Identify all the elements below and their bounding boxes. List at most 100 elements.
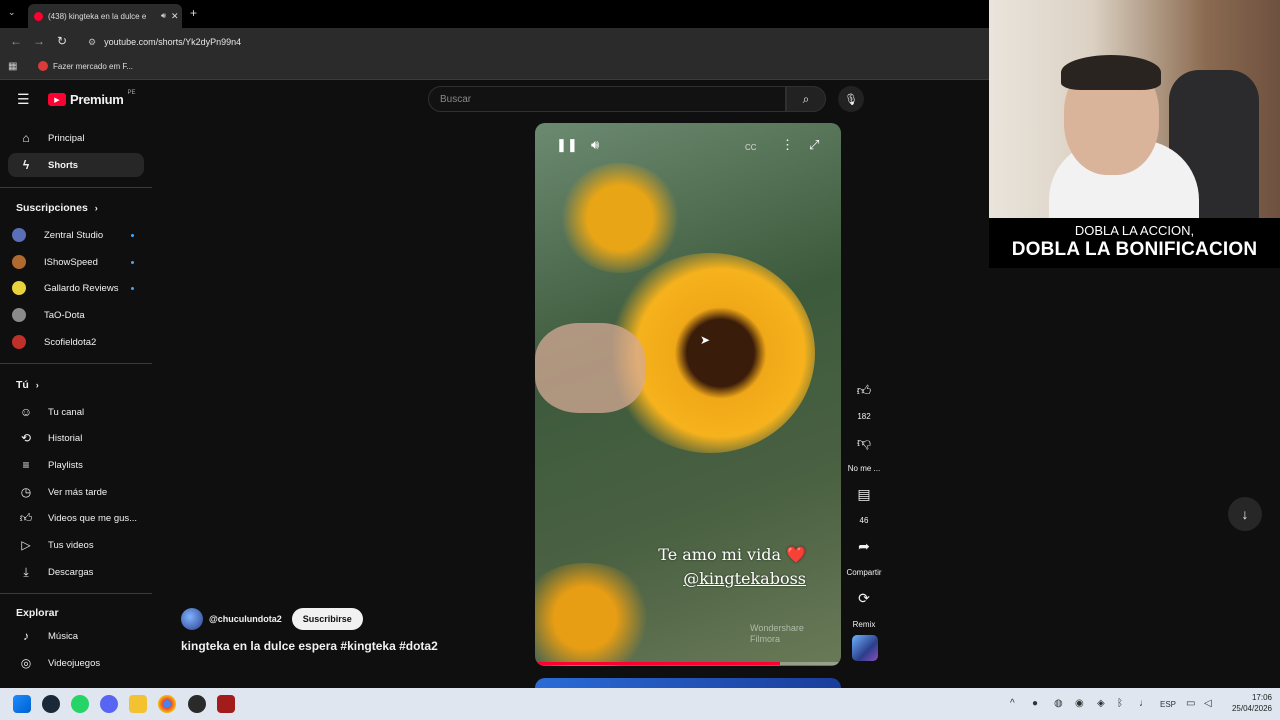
sidebar-item-videojuegos[interactable]: ◎ Videojuegos bbox=[8, 651, 144, 675]
sidebar-item-musica[interactable]: ♪ Música bbox=[8, 624, 144, 648]
tray-wifi-icon[interactable]: ◈ bbox=[1097, 698, 1105, 709]
sidebar-item-label: TaO-Dota bbox=[44, 309, 85, 321]
fullscreen-icon[interactable]: ⤢ bbox=[809, 137, 819, 153]
pause-icon[interactable]: ❚❚ bbox=[556, 137, 578, 153]
bookmark-label: Fazer mercado em F... bbox=[53, 61, 134, 71]
remix-icon: ⟳ bbox=[858, 589, 870, 606]
comment-icon: ▤ bbox=[857, 485, 871, 502]
file-explorer-icon[interactable] bbox=[129, 695, 147, 713]
new-content-dot bbox=[131, 286, 134, 290]
new-tab-icon[interactable]: + bbox=[190, 6, 197, 20]
sidebar-item-tus-videos[interactable]: ▷ Tus videos bbox=[8, 533, 144, 557]
sidebar-item-ishowspeed[interactable]: IShowSpeed bbox=[8, 250, 144, 274]
bluetooth-icon[interactable]: ᛒ bbox=[1117, 698, 1123, 709]
steam-icon[interactable] bbox=[42, 695, 60, 713]
sidebar-item-gallardo-reviews[interactable]: Gallardo Reviews bbox=[8, 276, 144, 300]
caption-line-2: @kingtekaboss bbox=[683, 569, 806, 588]
search-button[interactable]: ⌕ bbox=[786, 86, 826, 112]
browser-toolbar: ← → ↻ ⚙︎ youtube.com/shorts/Yk2dyPn99n4 bbox=[0, 28, 990, 56]
sidebar-item-label: Shorts bbox=[48, 159, 79, 171]
captions-icon[interactable]: CC bbox=[745, 143, 757, 152]
chrome-icon[interactable] bbox=[158, 695, 176, 713]
sidebar-item-principal[interactable]: ⌂ Principal bbox=[8, 126, 144, 150]
subscribe-button[interactable]: Suscribirse bbox=[291, 608, 363, 630]
sidebar-item-label: Principal bbox=[48, 132, 85, 144]
youtube-page: ☰ ▶ Premium PE Buscar ⌕ 🎙︎ ⌂ Principal ϟS… bbox=[0, 80, 1262, 690]
site-info-icon[interactable]: ⚙︎ bbox=[88, 37, 96, 48]
sidebar-item-ver-mas-tarde[interactable]: ◷ Ver más tarde bbox=[8, 480, 144, 504]
obs-icon[interactable] bbox=[188, 695, 206, 713]
forward-icon[interactable]: → bbox=[33, 34, 45, 48]
sidebar-item-scofieldota2[interactable]: Scofieldota2 bbox=[8, 330, 144, 354]
network-icon[interactable]: ▭ bbox=[1186, 698, 1195, 709]
thumbs-up-icon: 👍︎ bbox=[856, 381, 872, 398]
video-progress-bar[interactable] bbox=[535, 662, 841, 665]
sound-thumbnail[interactable] bbox=[852, 635, 878, 661]
sidebar-item-shorts[interactable]: ϟ Shorts bbox=[8, 153, 144, 177]
browser-tab[interactable]: (438) kingteka en la dulce e 🔊︎ ✕ bbox=[28, 4, 182, 28]
sidebar-item-zentral-studio[interactable]: Zentral Studio bbox=[8, 223, 144, 247]
sidebar-item-label: Ver más tarde bbox=[48, 486, 108, 498]
sidebar-item-label: Descargas bbox=[48, 566, 94, 578]
sidebar-item-label: Gallardo Reviews bbox=[44, 282, 119, 294]
avatar bbox=[12, 308, 26, 322]
clock[interactable]: 17:06 25/04/2026 bbox=[1232, 692, 1272, 714]
mic-icon: 🎙︎ bbox=[844, 93, 858, 106]
dislike-button[interactable]: 👎︎ No me ... bbox=[846, 425, 882, 474]
reload-icon[interactable]: ↻ bbox=[57, 34, 67, 48]
gaming-icon: ◎ bbox=[20, 656, 32, 670]
sidebar-item-videos-que-me-gustan[interactable]: 👍︎ Videos que me gus... bbox=[8, 506, 144, 530]
webcam-overlay bbox=[989, 0, 1280, 220]
dota2-icon[interactable] bbox=[217, 695, 235, 713]
voice-search-button[interactable]: 🎙︎ bbox=[838, 86, 864, 112]
browser-tab-strip: ⌄ (438) kingteka en la dulce e 🔊︎ ✕ + bbox=[0, 0, 990, 28]
comments-button[interactable]: ▤ 46 bbox=[846, 477, 882, 526]
windows-taskbar: ^ ● ◍ ◉ ◈ ᛒ ♩ ESP ▭ ◁ 17:06 25/04/2026 bbox=[0, 688, 1280, 720]
tray-app-icon[interactable]: ◍ bbox=[1054, 698, 1063, 709]
avatar bbox=[12, 335, 26, 349]
hand-image bbox=[535, 323, 645, 413]
whatsapp-icon[interactable] bbox=[71, 695, 89, 713]
sidebar: ⌂ Principal ϟ Shorts Suscripciones › Zentr… bbox=[0, 80, 155, 688]
you-heading[interactable]: Tú › bbox=[16, 379, 39, 391]
subscriptions-heading[interactable]: Suscripciones › bbox=[16, 202, 98, 214]
tab-search-icon[interactable]: ⌄ bbox=[8, 7, 16, 18]
channel-name[interactable]: @chuculundota2 bbox=[209, 614, 282, 624]
like-count: 182 bbox=[857, 412, 871, 421]
sidebar-item-playlists[interactable]: ≡ Playlists bbox=[8, 453, 144, 477]
short-video-player[interactable]: ❚❚ 🔊︎ CC ⋮ ⤢ Te amo mi vida ❤️ @kingteka… bbox=[535, 123, 841, 666]
comment-count: 46 bbox=[859, 516, 869, 525]
sidebar-item-descargas[interactable]: ⤓ Descargas bbox=[8, 560, 144, 584]
tray-steam-icon[interactable]: ◉ bbox=[1075, 698, 1084, 709]
volume-tray-icon[interactable]: ◁ bbox=[1204, 698, 1212, 709]
next-short-button[interactable]: ↓ bbox=[1228, 497, 1262, 531]
speaker-icon[interactable]: 🔊︎ bbox=[161, 11, 166, 21]
more-options-icon[interactable]: ⋮ bbox=[781, 137, 794, 153]
short-title: kingteka en la dulce espera #kingteka #d… bbox=[181, 639, 438, 653]
close-tab-icon[interactable]: ✕ bbox=[171, 11, 179, 22]
like-button[interactable]: 👍︎ 182 bbox=[846, 373, 882, 422]
address-bar[interactable]: ⚙︎ youtube.com/shorts/Yk2dyPn99n4 bbox=[84, 32, 984, 52]
tray-app-icon[interactable]: ● bbox=[1032, 698, 1038, 709]
discord-icon[interactable] bbox=[100, 695, 118, 713]
volume-icon[interactable]: 🔊︎ bbox=[591, 137, 599, 153]
avatar[interactable] bbox=[181, 608, 203, 630]
your-videos-icon: ▷ bbox=[21, 538, 31, 552]
bookmarks-bar: ▦ Fazer mercado em F... bbox=[0, 56, 990, 80]
sidebar-item-tu-canal[interactable]: ☺ Tu canal bbox=[8, 400, 144, 424]
search-input[interactable]: Buscar bbox=[428, 86, 786, 112]
caption-line-1: Te amo mi vida ❤️ bbox=[658, 545, 806, 564]
mic-tray-icon[interactable]: ♩ bbox=[1139, 698, 1149, 709]
back-icon[interactable]: ← bbox=[10, 34, 22, 48]
windows-start-icon[interactable] bbox=[13, 695, 31, 713]
new-content-dot bbox=[131, 260, 134, 264]
sidebar-item-tao-dota[interactable]: TaO-Dota bbox=[8, 303, 144, 327]
tray-overflow-icon[interactable]: ^ bbox=[1010, 698, 1015, 709]
sidebar-item-historial[interactable]: ⟲ Historial bbox=[8, 426, 144, 450]
bookmark-item[interactable]: Fazer mercado em F... bbox=[38, 61, 133, 71]
share-button[interactable]: ➦ Compartir bbox=[846, 529, 882, 578]
search-icon: ⌕ bbox=[802, 91, 810, 106]
remix-button[interactable]: ⟳ Remix bbox=[846, 581, 882, 630]
language-indicator[interactable]: ESP bbox=[1160, 700, 1176, 709]
apps-grid-icon[interactable]: ▦ bbox=[8, 61, 17, 72]
